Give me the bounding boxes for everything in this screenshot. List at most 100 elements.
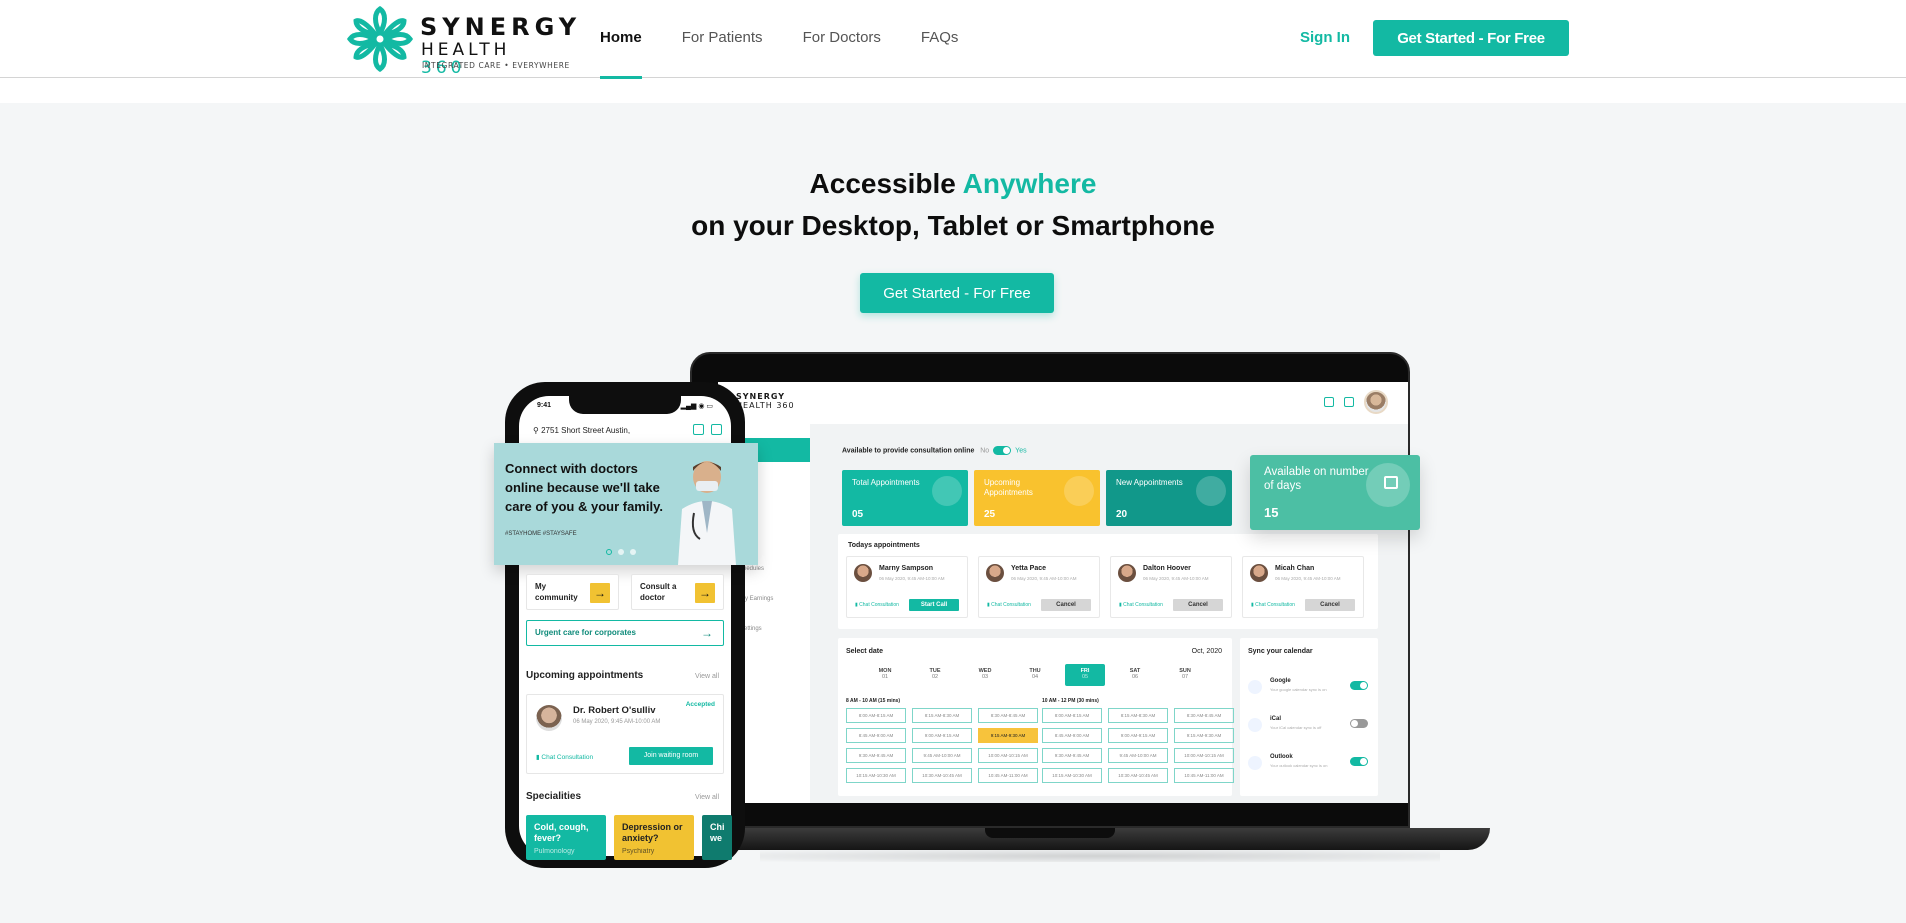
time-slot[interactable]: 9:30 AM-9:45 AM [846,748,906,763]
urgent-care-button[interactable]: Urgent care for corporates → [526,620,724,646]
day-sat[interactable]: SAT 06 [1115,664,1155,686]
sign-in-link[interactable]: Sign In [1300,29,1350,46]
view-all-link[interactable]: View all [695,794,719,801]
day-thu[interactable]: THU 04 [1015,664,1055,686]
time-slot[interactable]: 9:15 AM-9:30 AM [978,728,1038,743]
promo-banner[interactable]: Connect with doctors online because we'l… [494,443,758,565]
sync-toggle[interactable] [1350,757,1368,766]
join-waiting-room-button[interactable]: Join waiting room [629,747,713,765]
month-label: Oct, 2020 [1191,648,1222,655]
chat-consultation-label: ▮ Chat Consultation [855,602,899,608]
time-slot[interactable]: 10:00 AM-10:15 AM [1174,748,1234,763]
chat-icon [1324,397,1334,407]
time-slot[interactable]: 10:45 AM-11:00 AM [978,768,1038,783]
availability-row: Available to provide consultation online… [842,446,1027,455]
brand-tagline: INTEGRATED CARE • EVERYWHERE [422,61,570,70]
time-slot[interactable]: 8:15 AM-8:30 AM [1108,708,1168,723]
cancel-button[interactable]: Cancel [1173,599,1223,611]
time-slot[interactable]: 9:45 AM-10:00 AM [1108,748,1168,763]
time-slot[interactable]: 8:00 AM-8:15 AM [846,708,906,723]
time-slot[interactable]: 9:00 AM-9:15 AM [912,728,972,743]
avatar [986,564,1004,582]
chat-consultation-label: ▮ Chat Consultation [1119,602,1163,608]
laptop-shadow [760,850,1440,862]
sync-toggle[interactable] [1350,719,1368,728]
speciality-card-partial[interactable]: Chi we [702,815,732,860]
main-nav: Home For Patients For Doctors FAQs [600,0,998,79]
phone-time: 9:41 [537,402,552,409]
appointment-card[interactable]: Yetta Pace 06 May 2020, 9:45 AM-10:00 AM… [978,556,1100,618]
bell-icon [1344,397,1354,407]
time-slot[interactable]: 9:30 AM-9:45 AM [1042,748,1102,763]
brand-name: SYNERGY [420,13,582,41]
specialities-heading: Specialities [526,791,582,802]
start-button[interactable]: Start Call [909,599,959,611]
time-slot[interactable]: 10:30 AM-10:45 AM [912,768,972,783]
stat-total-appointments: Total Appointments 05 [842,470,968,526]
time-slot[interactable]: 10:15 AM-10:30 AM [1042,768,1102,783]
laptop-dashboard-screen: SYNERGYHEALTH 360 ngs ts chedules My Ear… [718,382,1408,803]
appointment-card[interactable]: Dalton Hoover 06 May 2020, 9:45 AM-10:00… [1110,556,1232,618]
nav-for-doctors[interactable]: For Doctors [803,0,881,78]
upcoming-appointments-heading: Upcoming appointments [526,670,644,681]
day-sun[interactable]: SUN 07 [1165,664,1205,686]
hero-subtitle: on your Desktop, Tablet or Smartphone [691,210,1215,241]
stat-upcoming-appointments: Upcoming Appointments 25 [974,470,1100,526]
time-slot[interactable]: 8:30 AM-8:45 AM [978,708,1038,723]
time-slot[interactable]: 10:15 AM-10:30 AM [846,768,906,783]
calendar-icon [1248,756,1262,770]
chat-icon[interactable] [693,424,704,435]
time-slot[interactable]: 8:45 AM-9:00 AM [1042,728,1102,743]
dashboard-topbar-icons [1324,390,1388,414]
day-fri[interactable]: FRI 05 [1065,664,1105,686]
phone-notch [569,396,681,414]
get-started-hero-button[interactable]: Get Started - For Free [860,273,1054,313]
time-slot[interactable]: 8:45 AM-9:00 AM [846,728,906,743]
status-badge: Accepted [685,701,715,708]
phone-status-icons: ▂▄▆ ◉ ▭ [680,403,713,410]
day-wed[interactable]: WED 03 [965,664,1005,686]
nav-for-patients[interactable]: For Patients [682,0,763,78]
appointment-card[interactable]: Marny Sampson 06 May 2020, 9:45 AM-10:00… [846,556,968,618]
nav-home[interactable]: Home [600,0,642,79]
upcoming-appointment-card[interactable]: Dr. Robert O'sulliv 06 May 2020, 9:45 AM… [526,694,724,774]
location-address[interactable]: ⚲ 2751 Short Street Austin, [533,426,630,435]
cart-icon[interactable] [711,424,722,435]
nav-faqs[interactable]: FAQs [921,0,959,78]
sync-toggle[interactable] [1350,681,1368,690]
sync-calendar-panel: Sync your calendar Google Your google ca… [1240,638,1378,796]
calendar-icon [1248,718,1262,732]
time-slot[interactable]: 8:30 AM-8:45 AM [1174,708,1234,723]
time-slot[interactable]: 9:45 AM-10:00 AM [912,748,972,763]
brand-logo[interactable]: SYNERGY HEALTH 360 INTEGRATED CARE • EVE… [344,3,576,77]
get-started-header-button[interactable]: Get Started - For Free [1373,20,1569,56]
time-slot[interactable]: 10:00 AM-10:15 AM [978,748,1038,763]
sync-outlook: Outlook Your outlook calendar sync is on [1248,754,1372,774]
available-days-card: Available on number of days 15 [1250,455,1420,530]
appointment-card[interactable]: Micah Chan 06 May 2020, 9:45 AM-10:00 AM… [1242,556,1364,618]
consult-doctor-card[interactable]: Consult a doctor → [631,574,724,610]
speciality-card-depression[interactable]: Depression or anxiety? Psychiatry [614,815,694,860]
carousel-dots[interactable] [606,549,636,555]
time-slot[interactable]: 8:15 AM-8:30 AM [912,708,972,723]
time-slot[interactable]: 10:45 AM-11:00 AM [1174,768,1234,783]
chat-consultation-label: ▮ Chat Consultation [1251,602,1295,608]
speciality-card-cold[interactable]: Cold, cough, fever? Pulmonology [526,815,606,860]
time-slot[interactable]: 9:15 AM-9:30 AM [1174,728,1234,743]
cancel-button[interactable]: Cancel [1041,599,1091,611]
stat-new-appointments: New Appointments 20 [1106,470,1232,526]
time-slot[interactable]: 10:30 AM-10:45 AM [1108,768,1168,783]
my-community-card[interactable]: My community → [526,574,619,610]
day-tue[interactable]: TUE 02 [915,664,955,686]
day-mon[interactable]: MON 01 [865,664,905,686]
avatar [536,705,562,731]
sync-google: Google Your google calendar sync is on [1248,678,1372,698]
time-slot[interactable]: 9:00 AM-9:15 AM [1108,728,1168,743]
chat-consultation-label: ▮ Chat Consultation [987,602,1031,608]
view-all-link[interactable]: View all [695,673,719,680]
cancel-button[interactable]: Cancel [1305,599,1355,611]
dashboard-topbar: SYNERGY HEALTH 360 [718,382,1408,424]
time-slot[interactable]: 8:00 AM-8:15 AM [1042,708,1102,723]
site-header: SYNERGY HEALTH 360 INTEGRATED CARE • EVE… [0,0,1906,79]
todays-appointments-panel: Todays appointments Marny Sampson 06 May… [838,534,1378,629]
